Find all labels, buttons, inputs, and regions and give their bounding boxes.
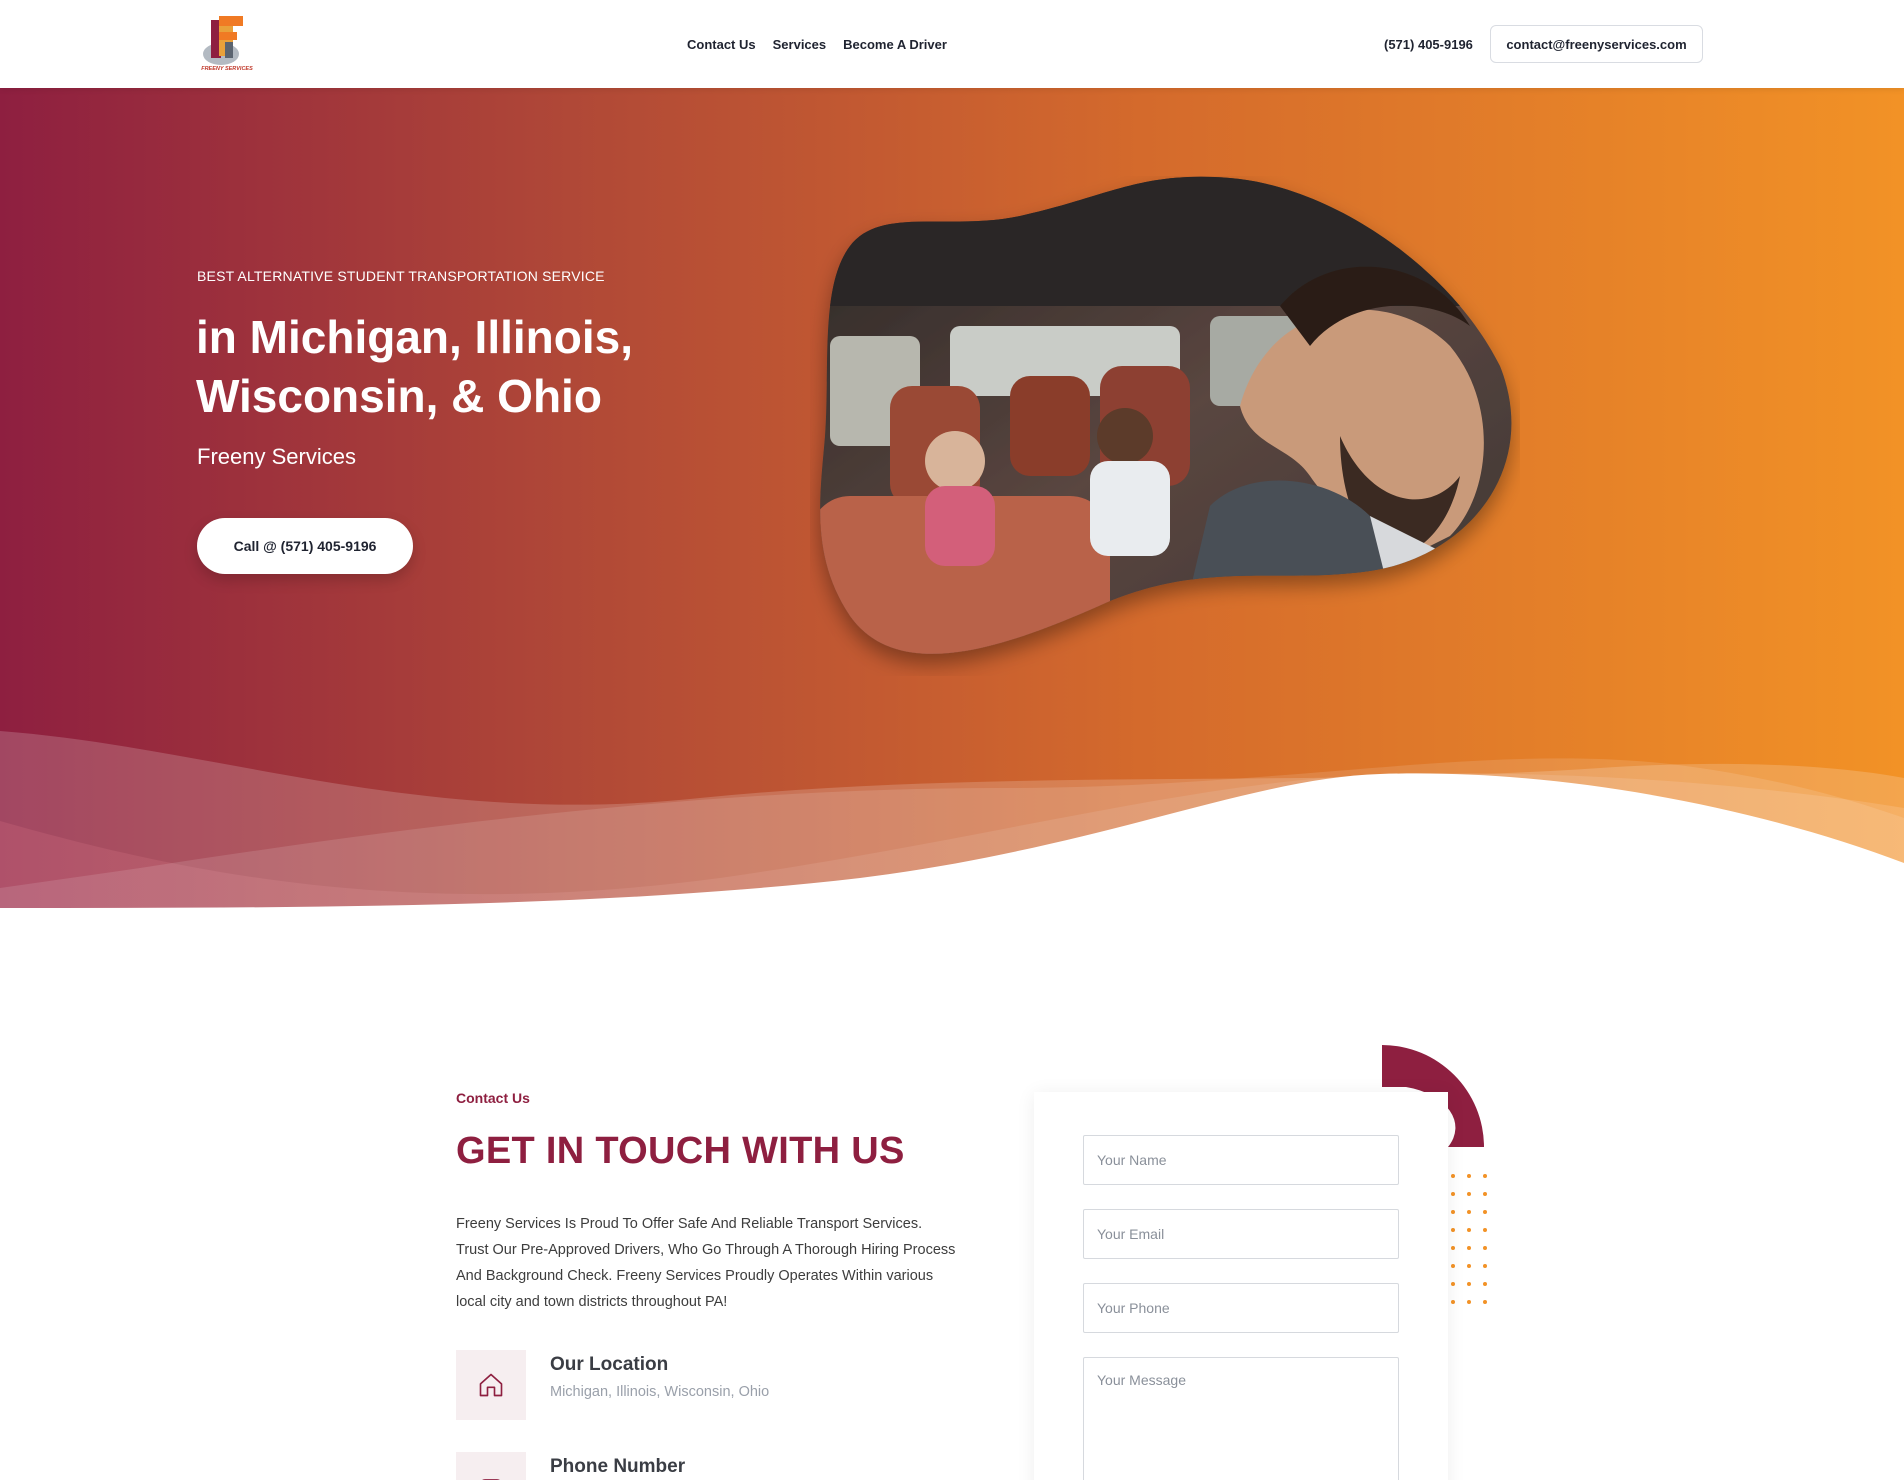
header-email-button[interactable]: contact@freenyservices.com — [1490, 25, 1703, 63]
contact-eyebrow: Contact Us — [456, 1090, 530, 1106]
info-location-title: Our Location — [550, 1354, 669, 1375]
hero-section: BEST ALTERNATIVE STUDENT TRANSPORTATION … — [0, 88, 1904, 908]
info-phone-text: Phone Number — [550, 1452, 685, 1478]
logo-mark-icon: FREENY SERVICES — [201, 16, 253, 72]
info-phone-title: Phone Number — [550, 1456, 686, 1477]
hero-headline-line-2: Wisconsin, & Ohio — [196, 370, 602, 422]
info-phone: Phone Number — [456, 1452, 685, 1480]
nav-become-a-driver[interactable]: Become A Driver — [843, 37, 947, 52]
phone-icon — [456, 1452, 526, 1480]
info-location-text: Our Location Michigan, Illinois, Wiscons… — [550, 1350, 769, 1400]
info-location: Our Location Michigan, Illinois, Wiscons… — [456, 1350, 769, 1420]
contact-form-card — [1034, 1092, 1448, 1480]
contact-title: GET IN TOUCH WITH US — [456, 1130, 905, 1172]
hero-subhead: Freeny Services — [197, 444, 356, 469]
name-input[interactable] — [1083, 1135, 1399, 1185]
home-icon — [456, 1350, 526, 1420]
phone-input[interactable] — [1083, 1283, 1399, 1333]
hero-headline: in Michigan, Illinois, Wisconsin, & Ohio — [196, 308, 716, 426]
main-nav: Contact Us Services Become A Driver — [687, 0, 947, 88]
nav-contact-us[interactable]: Contact Us — [687, 37, 756, 52]
hero-eyebrow: BEST ALTERNATIVE STUDENT TRANSPORTATION … — [197, 268, 605, 284]
header-phone-link[interactable]: (571) 405-9196 — [1384, 0, 1473, 88]
message-textarea[interactable] — [1083, 1357, 1399, 1480]
email-input[interactable] — [1083, 1209, 1399, 1259]
nav-services[interactable]: Services — [773, 37, 827, 52]
call-cta-button[interactable]: Call @ (571) 405-9196 — [197, 518, 413, 574]
freeny-logo[interactable]: FREENY SERVICES — [197, 12, 257, 74]
contact-description: Freeny Services Is Proud To Offer Safe A… — [456, 1216, 956, 1310]
info-location-value: Michigan, Illinois, Wisconsin, Ohio — [550, 1384, 770, 1400]
hero-photo-driver-with-children — [820, 176, 1512, 654]
site-header: FREENY SERVICES Contact Us Services Beco… — [0, 0, 1904, 88]
hero-headline-line-1: in Michigan, Illinois, — [196, 311, 634, 363]
decorative-dot-grid — [1451, 1174, 1487, 1304]
logo-text: FREENY SERVICES — [201, 66, 253, 72]
